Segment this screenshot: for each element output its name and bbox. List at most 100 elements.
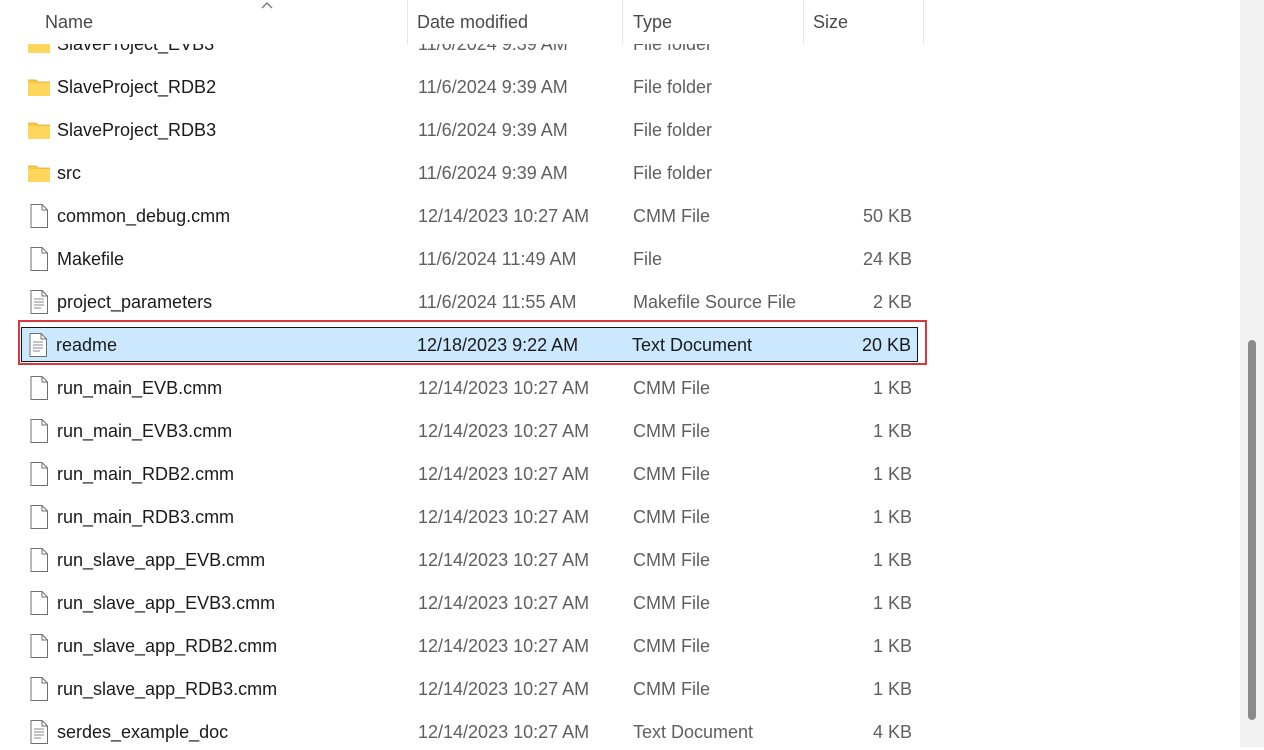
file-icon xyxy=(27,375,51,401)
file-name: project_parameters xyxy=(57,292,213,312)
file-size: 1 KB xyxy=(872,464,912,484)
file-icon xyxy=(27,418,51,444)
file-size: 2 KB xyxy=(872,292,912,312)
file-name: SlaveProject_RDB3 xyxy=(57,120,217,140)
file-type: Text Document xyxy=(632,335,753,355)
file-date-modified: 11/6/2024 11:55 AM xyxy=(418,292,577,312)
file-size: 20 KB xyxy=(861,335,911,355)
sort-ascending-icon xyxy=(261,2,273,9)
file-date-modified: 12/18/2023 9:22 AM xyxy=(417,335,579,355)
file-name: run_main_RDB2.cmm xyxy=(57,464,235,484)
file-date-modified: 12/14/2023 10:27 AM xyxy=(418,722,590,742)
column-header-name-label: Name xyxy=(45,12,94,32)
file-size: 24 KB xyxy=(862,249,912,269)
file-row[interactable]: serdes_example_doc 12/14/2023 10:27 AM Tex… xyxy=(22,715,918,750)
file-name: run_main_EVB.cmm xyxy=(57,378,223,398)
file-size: 1 KB xyxy=(872,550,912,570)
file-row[interactable]: SlaveProject_RDB2 11/6/2024 9:39 AM File f… xyxy=(22,70,918,105)
file-size xyxy=(822,70,912,105)
file-icon xyxy=(27,461,51,487)
file-name: run_main_RDB3.cmm xyxy=(57,507,235,527)
text-file-icon xyxy=(27,719,51,745)
file-date-modified: 12/14/2023 10:27 AM xyxy=(418,421,590,441)
file-list: SlaveProject_EVB3 11/6/2024 9:39 AM File f… xyxy=(0,0,1240,747)
file-date-modified: 12/14/2023 10:27 AM xyxy=(418,378,590,398)
file-row[interactable]: run_main_RDB2.cmm 12/14/2023 10:27 AM CMM … xyxy=(22,457,918,492)
file-type: Makefile Source File xyxy=(633,292,797,312)
file-icon xyxy=(27,504,51,530)
file-row[interactable]: run_slave_app_RDB3.cmm 12/14/2023 10:27 A… xyxy=(22,672,918,707)
column-divider[interactable] xyxy=(622,0,623,44)
file-size: 1 KB xyxy=(872,636,912,656)
column-divider[interactable] xyxy=(803,0,804,44)
file-size xyxy=(822,156,912,191)
file-date-modified: 12/14/2023 10:27 AM xyxy=(418,593,590,613)
file-date-modified: 12/14/2023 10:27 AM xyxy=(418,550,590,570)
selected-file-row[interactable]: readme 12/18/2023 9:22 AM Text Document 20 … xyxy=(21,327,918,362)
file-size: 1 KB xyxy=(872,679,912,699)
file-date-modified: 11/6/2024 9:39 AM xyxy=(418,120,568,140)
column-header-type[interactable]: Type xyxy=(633,0,803,44)
file-date-modified: 12/14/2023 10:27 AM xyxy=(418,636,590,656)
column-header-date-modified[interactable]: Date modified xyxy=(417,0,622,44)
file-type: CMM File xyxy=(633,679,710,699)
folder-icon xyxy=(27,117,51,143)
file-type: CMM File xyxy=(633,593,710,613)
file-icon xyxy=(27,590,51,616)
file-type: File folder xyxy=(633,120,713,140)
file-size: 50 KB xyxy=(862,206,912,226)
file-name: SlaveProject_RDB2 xyxy=(57,77,217,97)
file-name: run_slave_app_EVB.cmm xyxy=(57,550,266,570)
file-type: CMM File xyxy=(633,464,710,484)
file-row[interactable]: common_debug.cmm 12/14/2023 10:27 AM CMM F… xyxy=(22,199,918,234)
file-name: src xyxy=(57,163,81,183)
column-header-size-label: Size xyxy=(813,12,849,32)
file-type: File xyxy=(633,249,663,269)
file-name: run_slave_app_RDB3.cmm xyxy=(57,679,278,699)
file-icon xyxy=(27,633,51,659)
file-icon xyxy=(27,203,51,229)
file-date-modified: 12/14/2023 10:27 AM xyxy=(418,206,590,226)
file-size: 1 KB xyxy=(872,507,912,527)
file-icon xyxy=(27,547,51,573)
file-name: serdes_example_doc xyxy=(57,722,229,742)
file-row[interactable]: Makefile 11/6/2024 11:49 AM File 24 KB xyxy=(22,242,918,277)
file-row[interactable]: run_slave_app_EVB.cmm 12/14/2023 10:27 AM… xyxy=(22,543,918,578)
text-file-icon xyxy=(27,289,51,315)
file-type: Text Document xyxy=(633,722,754,742)
file-row[interactable]: SlaveProject_RDB3 11/6/2024 9:39 AM File f… xyxy=(22,113,918,148)
file-row[interactable]: run_main_RDB3.cmm 12/14/2023 10:27 AM CMM … xyxy=(22,500,918,535)
file-type: CMM File xyxy=(633,421,710,441)
file-row[interactable]: project_parameters 11/6/2024 11:55 AM Make… xyxy=(22,285,918,320)
scrollbar-thumb[interactable] xyxy=(1248,340,1256,720)
column-header-bar: Name Date modified Type Size xyxy=(0,0,1240,44)
text-file-icon xyxy=(26,332,50,358)
file-size: 4 KB xyxy=(872,722,912,742)
column-header-date-label: Date modified xyxy=(417,12,529,32)
file-size xyxy=(822,113,912,148)
file-type: File folder xyxy=(633,77,713,97)
file-row[interactable]: run_main_EVB.cmm 12/14/2023 10:27 AM CMM F… xyxy=(22,371,918,406)
file-size: 1 KB xyxy=(872,421,912,441)
file-row[interactable]: src 11/6/2024 9:39 AM File folder xyxy=(22,156,918,191)
column-divider[interactable] xyxy=(923,0,924,44)
file-date-modified: 12/14/2023 10:27 AM xyxy=(418,679,590,699)
file-row[interactable]: run_slave_app_RDB2.cmm 12/14/2023 10:27 A… xyxy=(22,629,918,664)
file-date-modified: 11/6/2024 11:49 AM xyxy=(418,249,577,269)
file-name: run_slave_app_EVB3.cmm xyxy=(57,593,276,613)
file-name: run_main_EVB3.cmm xyxy=(57,421,233,441)
file-type: CMM File xyxy=(633,507,710,527)
column-header-name[interactable]: Name xyxy=(45,0,407,44)
file-name: readme xyxy=(56,335,118,355)
file-date-modified: 11/6/2024 9:39 AM xyxy=(418,77,568,97)
file-row[interactable]: run_slave_app_EVB3.cmm 12/14/2023 10:27 A… xyxy=(22,586,918,621)
column-header-size[interactable]: Size xyxy=(813,0,923,44)
folder-icon xyxy=(27,74,51,100)
file-date-modified: 12/14/2023 10:27 AM xyxy=(418,507,590,527)
file-icon xyxy=(27,676,51,702)
column-header-type-label: Type xyxy=(633,12,673,32)
file-name: common_debug.cmm xyxy=(57,206,231,226)
file-size: 1 KB xyxy=(872,593,912,613)
column-divider[interactable] xyxy=(407,0,408,44)
file-row[interactable]: run_main_EVB3.cmm 12/14/2023 10:27 AM CMM … xyxy=(22,414,918,449)
